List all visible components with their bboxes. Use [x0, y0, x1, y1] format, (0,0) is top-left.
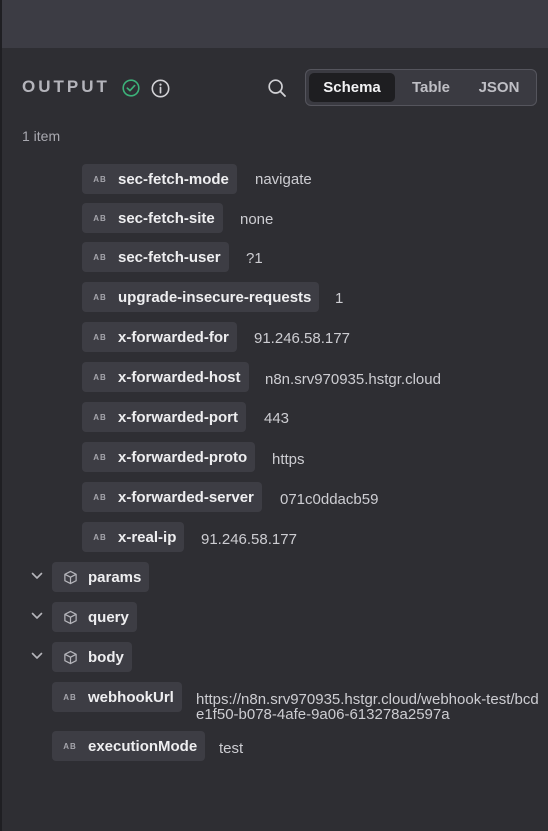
field-value: 91.246.58.177 [254, 330, 350, 347]
cube-icon [52, 570, 88, 585]
string-type-icon: AB [93, 174, 107, 184]
cube-icon [52, 650, 88, 665]
schema-field-x-forwarded-host[interactable]: AB x-forwarded-host [82, 362, 249, 392]
field-value: navigate [255, 171, 312, 188]
string-type-icon: AB [93, 452, 107, 462]
field-value: test [219, 740, 244, 757]
field-value: 91.246.58.177 [201, 531, 297, 548]
string-type-icon: AB [93, 532, 107, 542]
item-count: 1 item [22, 128, 61, 144]
schema-field-x-forwarded-proto[interactable]: AB x-forwarded-proto [82, 442, 256, 472]
field-key: query [88, 608, 129, 626]
field-value: none [240, 211, 274, 228]
tab-schema[interactable]: Schema [309, 73, 395, 102]
chevron-down-icon[interactable] [30, 649, 44, 663]
field-key: x-forwarded-host [118, 368, 241, 386]
string-type-icon: AB [93, 213, 107, 223]
string-type-icon: AB [93, 292, 107, 302]
field-key: x-real-ip [118, 528, 177, 546]
view-mode-switcher: Schema Table JSON [305, 69, 537, 106]
string-type-icon: AB [93, 492, 107, 502]
field-value: ?1 [246, 250, 263, 267]
schema-field-x-forwarded-port[interactable]: AB x-forwarded-port [82, 402, 246, 432]
field-key: x-forwarded-port [118, 408, 238, 426]
field-value: https [272, 451, 305, 468]
schema-field-sec-fetch-user[interactable]: AB sec-fetch-user [82, 242, 229, 272]
schema-field-webhookUrl[interactable]: AB webhookUrl [52, 682, 182, 712]
schema-object-params[interactable]: params [52, 562, 150, 592]
field-value: n8n.srv970935.hstgr.cloud [265, 371, 441, 388]
tab-table[interactable]: Table [398, 73, 464, 102]
string-type-icon: AB [93, 372, 107, 382]
schema-field-x-real-ip[interactable]: AB x-real-ip [82, 522, 185, 552]
cube-icon [52, 610, 88, 625]
output-title: OUTPUT [22, 77, 110, 96]
string-type-icon: AB [93, 332, 107, 342]
field-key: params [88, 568, 142, 586]
field-key: sec-fetch-site [118, 209, 215, 227]
field-value: 443 [264, 410, 290, 427]
schema-object-body[interactable]: body [52, 642, 132, 672]
search-icon[interactable] [267, 78, 287, 98]
schema-field-upgrade-insecure-requests[interactable]: AB upgrade-insecure-requests [82, 282, 320, 312]
field-value: 071c0ddacb59 [280, 491, 379, 508]
field-key: upgrade-insecure-requests [118, 288, 312, 306]
field-value: 1 [335, 290, 344, 307]
success-check-icon [122, 79, 140, 97]
field-key: webhookUrl [88, 688, 174, 706]
chevron-down-icon[interactable] [30, 569, 44, 583]
field-key: body [88, 648, 124, 666]
string-type-icon: AB [63, 741, 77, 751]
schema-field-executionMode[interactable]: AB executionMode [52, 731, 206, 761]
field-key: sec-fetch-user [118, 248, 221, 266]
field-key: executionMode [88, 737, 198, 755]
field-key: sec-fetch-mode [118, 170, 229, 188]
field-key: x-forwarded-for [118, 328, 229, 346]
schema-field-x-forwarded-for[interactable]: AB x-forwarded-for [82, 322, 237, 352]
schema-field-sec-fetch-site[interactable]: AB sec-fetch-site [82, 203, 223, 233]
string-type-icon: AB [63, 692, 77, 702]
schema-object-query[interactable]: query [52, 602, 137, 632]
schema-field-x-forwarded-server[interactable]: AB x-forwarded-server [82, 482, 262, 512]
field-value: https://n8n.srv970935.hstgr.cloud/webhoo… [196, 691, 539, 723]
top-bar [0, 0, 548, 48]
string-type-icon: AB [93, 412, 107, 422]
info-icon[interactable] [151, 79, 170, 98]
tab-json[interactable]: JSON [466, 73, 532, 102]
chevron-down-icon[interactable] [30, 609, 44, 623]
schema-field-sec-fetch-mode[interactable]: AB sec-fetch-mode [82, 164, 237, 194]
field-key: x-forwarded-proto [118, 448, 248, 466]
field-key: x-forwarded-server [118, 488, 254, 506]
string-type-icon: AB [93, 252, 107, 262]
